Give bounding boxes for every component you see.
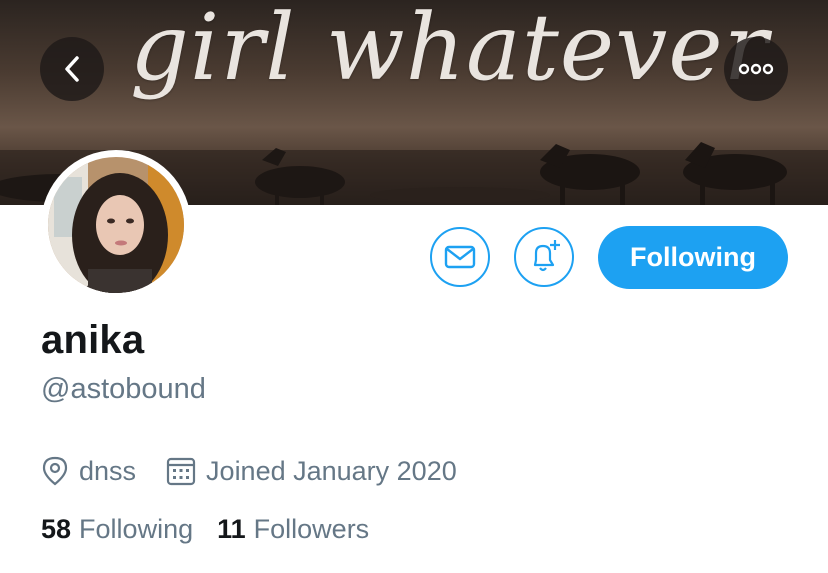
followers-label: Followers	[253, 514, 370, 544]
bell-plus-icon	[533, 240, 560, 272]
joined-date: Joined January 2020	[206, 455, 457, 486]
username-handle: @astobound	[41, 373, 206, 405]
display-name: anika	[41, 318, 145, 362]
calendar-icon	[166, 456, 196, 486]
message-button[interactable]	[430, 227, 490, 287]
avatar-image	[48, 157, 184, 293]
location-pin-icon	[41, 456, 69, 486]
location-text: dnss	[79, 455, 137, 486]
notifications-button[interactable]	[514, 227, 574, 287]
profile-meta: dnss Joined January 2020	[41, 452, 457, 490]
more-horizontal-icon	[738, 63, 774, 75]
followers-count: 11	[217, 514, 246, 544]
more-options-button[interactable]	[724, 37, 788, 101]
following-button[interactable]: Following	[598, 226, 788, 289]
avatar[interactable]	[41, 150, 191, 300]
banner-text: girl whatever	[130, 0, 769, 101]
follow-stats: 58 Following 11 Followers	[41, 514, 369, 545]
chevron-left-icon	[65, 56, 79, 82]
following-label: Following	[79, 514, 194, 544]
followers-stat[interactable]: 11 Followers	[217, 514, 369, 545]
mail-icon	[444, 245, 476, 269]
following-stat[interactable]: 58 Following	[41, 514, 193, 545]
following-count: 58	[41, 514, 72, 544]
back-button[interactable]	[40, 37, 104, 101]
